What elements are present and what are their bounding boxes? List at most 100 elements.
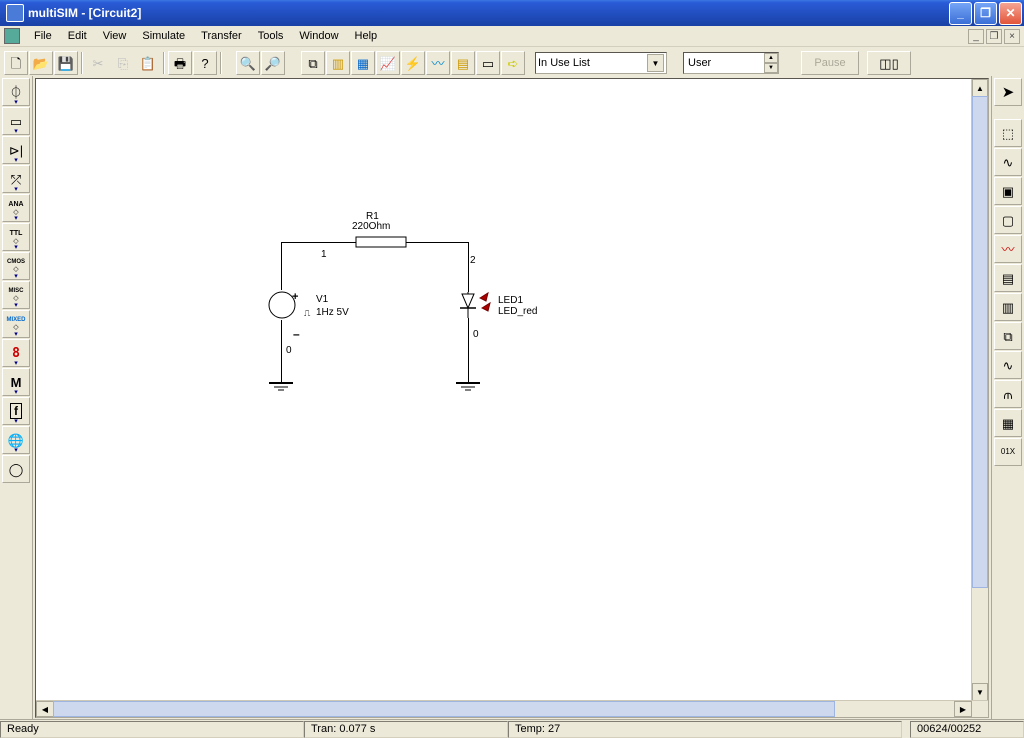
r1-value[interactable]: 220Ohm <box>352 221 390 232</box>
zoom-in-button[interactable]: 🔍 <box>236 51 260 75</box>
ground-left[interactable] <box>269 382 293 392</box>
graph-button[interactable]: 📈 <box>376 51 400 75</box>
led-name[interactable]: LED1 <box>498 295 523 306</box>
menu-window[interactable]: Window <box>291 28 346 44</box>
cut-icon: ✂ <box>93 57 104 70</box>
scroll-right-icon[interactable]: ▶ <box>954 701 972 717</box>
instrument-logic-conv[interactable]: ⧉ <box>994 322 1022 350</box>
database-button[interactable]: ⧉ <box>301 51 325 75</box>
v1-name[interactable]: V1 <box>316 294 328 305</box>
in-use-combo[interactable]: In Use List ▼ <box>535 52 667 74</box>
instrument-logic-analyzer[interactable]: ▤ <box>994 264 1022 292</box>
analysis2-button[interactable]: ▦ <box>351 51 375 75</box>
palette-misc[interactable]: MISC◇ <box>2 281 30 309</box>
palette-resistor[interactable]: ▭ <box>2 107 30 135</box>
wire[interactable] <box>281 320 282 382</box>
cut-button[interactable]: ✂ <box>86 51 110 75</box>
palette-ttl[interactable]: TTL◇ <box>2 223 30 251</box>
instrument-wattmeter[interactable]: ▣ <box>994 177 1022 205</box>
user-field[interactable]: User ▲▼ <box>683 52 779 74</box>
horizontal-scrollbar[interactable]: ◀ ▶ <box>36 700 988 717</box>
menu-simulate[interactable]: Simulate <box>134 28 193 44</box>
separator <box>163 52 165 74</box>
palette-analog[interactable]: ANA◇ <box>2 194 30 222</box>
menu-view[interactable]: View <box>95 28 135 44</box>
analysis5-button[interactable]: ▭ <box>476 51 500 75</box>
go-button[interactable]: ➪ <box>501 51 525 75</box>
wire[interactable] <box>406 242 468 243</box>
hscroll-thumb[interactable] <box>53 701 835 717</box>
maximize-button[interactable]: ❐ <box>974 2 997 25</box>
instrument-spectrum[interactable]: ⫙ <box>994 380 1022 408</box>
palette-transistor[interactable]: ⤱ <box>2 165 30 193</box>
instrument-word-gen[interactable]: ▥ <box>994 293 1022 321</box>
status-coords: 00624/00252 <box>910 721 1024 738</box>
pause-button[interactable]: Pause <box>801 51 859 75</box>
spin-up-icon[interactable]: ▲ <box>764 53 778 63</box>
instrument-multimeter[interactable]: ⬚ <box>994 119 1022 147</box>
copy-button[interactable]: ⎘ <box>111 51 135 75</box>
vertical-scrollbar[interactable]: ▲ ▼ <box>971 79 988 701</box>
simulate-switch[interactable]: ◫▯ <box>867 51 911 75</box>
analysis4-button[interactable]: ▤ <box>451 51 475 75</box>
palette-f[interactable]: f <box>2 397 30 425</box>
scroll-down-icon[interactable]: ▼ <box>972 683 988 701</box>
instrument-bode[interactable]: 〰 <box>994 235 1022 263</box>
instrument-iv[interactable]: 01X <box>994 438 1022 466</box>
app-icon <box>6 4 24 22</box>
schematic-canvas[interactable]: R1 220Ohm 1 2 + – V1 ⎍ 1Hz 5V 0 <box>35 78 989 718</box>
palette-net[interactable]: 🌐 <box>2 426 30 454</box>
paste-button[interactable]: 📋 <box>136 51 160 75</box>
menu-help[interactable]: Help <box>347 28 386 44</box>
mdi-minimize-button[interactable]: _ <box>968 29 984 44</box>
wire[interactable] <box>281 242 282 290</box>
led-model[interactable]: LED_red <box>498 306 537 317</box>
globe-icon: 🌐 <box>8 434 24 447</box>
ttl-label: TTL <box>10 230 23 237</box>
ground-right[interactable] <box>456 382 480 392</box>
menu-transfer[interactable]: Transfer <box>193 28 250 44</box>
wire[interactable] <box>281 242 356 243</box>
wire[interactable] <box>468 242 469 292</box>
instrument-scope[interactable]: ▢ <box>994 206 1022 234</box>
analog-label: ANA <box>8 201 23 208</box>
analysis3-button[interactable]: 〰 <box>426 51 450 75</box>
instrument-funcgen[interactable]: ∿ <box>994 148 1022 176</box>
table-icon: ▦ <box>357 57 369 70</box>
menu-tools[interactable]: Tools <box>250 28 292 44</box>
vscroll-thumb[interactable] <box>972 96 988 588</box>
resistor-r1[interactable] <box>356 234 406 250</box>
v1-plus: + <box>292 291 298 303</box>
palette-cmos[interactable]: CMOS◇ <box>2 252 30 280</box>
help-button[interactable]: ? <box>193 51 217 75</box>
palette-source[interactable]: ⏀ <box>2 78 30 106</box>
node-0a-label: 0 <box>286 345 292 356</box>
scroll-up-icon[interactable]: ▲ <box>972 79 988 97</box>
palette-display[interactable]: 8 <box>2 339 30 367</box>
close-button[interactable]: ✕ <box>999 2 1022 25</box>
instrument-network[interactable]: ∿ <box>994 351 1022 379</box>
palette-m[interactable]: M <box>2 368 30 396</box>
palette-diode[interactable]: ⊳| <box>2 136 30 164</box>
postprocess-button[interactable]: ⚡ <box>401 51 425 75</box>
new-button[interactable]: 🗋 <box>4 51 28 75</box>
wire[interactable] <box>468 318 469 382</box>
spin-down-icon[interactable]: ▼ <box>764 63 778 73</box>
print-button[interactable]: 🖶 <box>168 51 192 75</box>
save-button[interactable]: 💾 <box>54 51 78 75</box>
palette-meter[interactable]: ◯ <box>2 455 30 483</box>
mdi-restore-button[interactable]: ❐ <box>986 29 1002 44</box>
v1-value[interactable]: 1Hz 5V <box>316 307 349 318</box>
instrument-dist[interactable]: ▦ <box>994 409 1022 437</box>
menu-edit[interactable]: Edit <box>60 28 95 44</box>
scroll-left-icon[interactable]: ◀ <box>36 701 54 717</box>
analysis1-button[interactable]: ▥ <box>326 51 350 75</box>
menu-file[interactable]: File <box>26 28 60 44</box>
open-button[interactable]: 📂 <box>29 51 53 75</box>
zoom-out-button[interactable]: 🔎 <box>261 51 285 75</box>
mdi-close-button[interactable]: × <box>1004 29 1020 44</box>
palette-mixed[interactable]: MIXED◇ <box>2 310 30 338</box>
status-ready: Ready <box>0 721 304 738</box>
instrument-cursor[interactable]: ➤ <box>994 78 1022 106</box>
minimize-button[interactable]: _ <box>949 2 972 25</box>
